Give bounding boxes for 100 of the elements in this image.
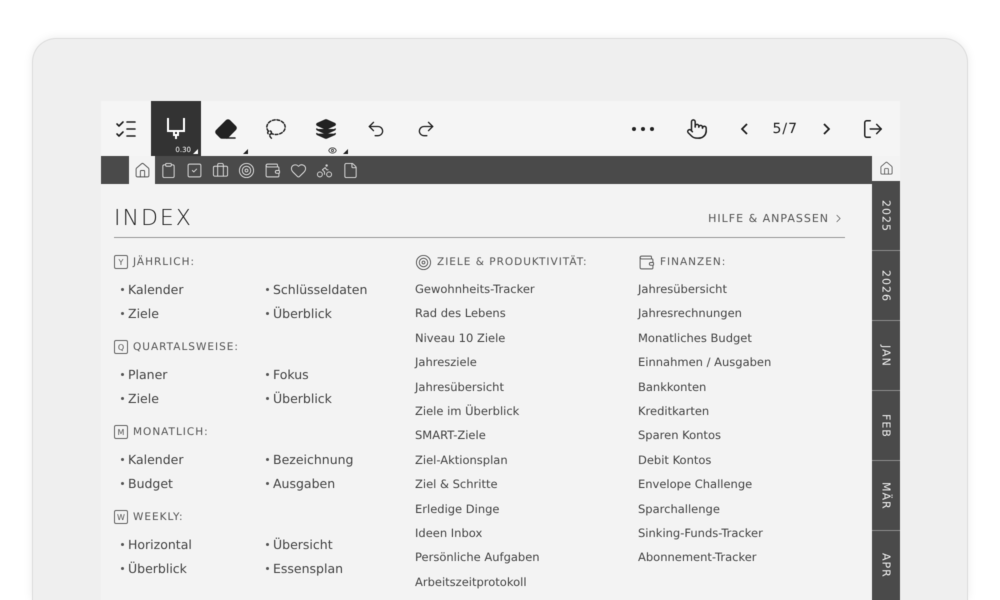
index-link[interactable]: Einnahmen / Ausgaben <box>638 350 845 375</box>
bullet-dot <box>121 566 124 570</box>
index-link[interactable]: Horizontal <box>128 536 192 552</box>
target-icon <box>238 162 254 178</box>
lasso-icon <box>265 118 287 140</box>
index-link[interactable]: Überblick <box>273 390 332 406</box>
side-tab[interactable]: MÄR <box>872 461 900 531</box>
index-link[interactable]: Jahresübersicht <box>415 374 638 400</box>
side-tab[interactable]: 2026 <box>872 251 900 321</box>
index-link[interactable]: Ziele im Überblick <box>415 399 638 424</box>
calendar-badge: Y <box>114 255 128 269</box>
index-link[interactable]: Bezeichnung <box>273 452 354 466</box>
section-heading: FINANZEN: <box>660 256 726 268</box>
section-heading: WEEKLY: <box>133 511 184 523</box>
help-link[interactable]: HILFE & ANPASSEN <box>708 212 845 225</box>
index-link[interactable]: Rad des Lebens <box>415 301 638 326</box>
index-link[interactable]: Fokus <box>273 366 309 382</box>
eraser-icon <box>214 116 238 140</box>
section-heading: MONATLICH: <box>133 426 209 438</box>
bullet-dot <box>266 312 269 314</box>
bullet-dot <box>121 482 124 484</box>
index-link[interactable]: Niveau 10 Ziele <box>415 326 638 350</box>
calendar-badge: Q <box>114 340 128 354</box>
index-link[interactable]: Sparchallenge <box>638 496 845 522</box>
more-icon <box>632 126 654 130</box>
wallet-icon <box>638 254 655 270</box>
index-link[interactable]: Arbeitszeitprotokoll <box>415 570 638 594</box>
index-link[interactable]: Überblick <box>273 306 332 320</box>
bullet-dot <box>266 372 269 376</box>
index-link[interactable]: Sparen Kontos <box>638 423 845 448</box>
side-tab[interactable]: FEB <box>872 391 900 461</box>
calendar-badge: M <box>114 425 128 439</box>
calendar-badge: W <box>114 510 128 524</box>
index-link[interactable]: Ziel-Aktionsplan <box>415 448 638 472</box>
side-tab[interactable]: 2025 <box>872 181 900 251</box>
index-link[interactable]: Jahresübersicht <box>638 277 845 302</box>
index-link[interactable]: Kalender <box>128 282 184 296</box>
index-link[interactable]: Ziele <box>128 306 159 320</box>
home-icon <box>134 162 150 178</box>
index-link[interactable]: Sinking-Funds-Tracker <box>638 521 845 546</box>
index-link[interactable]: Essensplan <box>273 560 344 576</box>
bullet-dot <box>266 482 269 484</box>
side-tab[interactable]: APR <box>872 531 900 600</box>
hand-icon <box>686 118 708 140</box>
bullet-dot <box>121 312 124 314</box>
eye-icon <box>328 146 337 155</box>
index-link[interactable]: Ideen Inbox <box>415 521 638 546</box>
briefcase-icon <box>212 162 228 178</box>
page-icon <box>342 162 358 178</box>
index-link[interactable]: Jahresziele <box>415 350 638 375</box>
index-link[interactable]: Gewohnheits-Tracker <box>415 277 638 302</box>
index-link[interactable]: Kalender <box>128 452 184 466</box>
bullet-dot <box>266 542 269 546</box>
bullet-dot <box>121 396 124 400</box>
home-icon <box>878 161 894 176</box>
bullet-dot <box>266 458 269 460</box>
section-heading: JÄHRLICH: <box>133 256 195 268</box>
index-link[interactable]: Abonnement-Tracker <box>638 545 845 570</box>
index-link[interactable]: Übersicht <box>273 536 333 552</box>
bike-icon <box>316 162 332 178</box>
layers-icon <box>315 118 337 140</box>
index-link[interactable]: Planer <box>128 366 168 382</box>
target-icon <box>415 254 432 270</box>
index-link[interactable]: Budget <box>128 476 173 490</box>
index-link[interactable]: SMART-Ziele <box>415 423 638 448</box>
section-heading: ZIELE & PRODUKTIVITÄT: <box>437 256 588 268</box>
index-link[interactable]: Persönliche Aufgaben <box>415 545 638 570</box>
bullet-dot <box>121 372 124 376</box>
side-tab[interactable]: JAN <box>872 321 900 391</box>
clipboard-icon <box>160 162 176 178</box>
heart-icon <box>290 162 306 178</box>
bullet-dot <box>121 458 124 460</box>
index-link[interactable]: Ziele <box>128 390 159 406</box>
bullet-dot <box>121 542 124 546</box>
bullet-dot <box>121 288 124 290</box>
index-link[interactable]: Ausgaben <box>273 476 336 490</box>
index-link[interactable]: Überblick <box>128 560 187 576</box>
redo-icon <box>416 118 436 138</box>
previous-icon <box>740 122 748 134</box>
index-link[interactable]: Debit Kontos <box>638 448 845 472</box>
page-title: INDEX <box>114 206 193 231</box>
section-heading: QUARTALSWEISE: <box>133 341 239 353</box>
index-link[interactable]: Ziel & Schritte <box>415 472 638 497</box>
bullet-dot <box>266 396 269 400</box>
index-link[interactable]: Erledige Dinge <box>415 496 638 522</box>
undo-icon <box>366 118 386 138</box>
index-link[interactable]: Schlüsseldaten <box>273 282 368 296</box>
page-number: 5/7 <box>771 120 799 136</box>
bullet-dot <box>266 566 269 570</box>
checkbox-icon <box>186 162 202 178</box>
index-link[interactable]: Jahresrechnungen <box>638 301 845 326</box>
bullet-dot <box>266 288 269 290</box>
index-link[interactable]: Bankkonten <box>638 374 845 400</box>
index-link[interactable]: Kreditkarten <box>638 399 845 424</box>
index-link[interactable]: Envelope Challenge <box>638 472 845 497</box>
next-icon <box>822 122 830 134</box>
exit-icon <box>862 118 884 140</box>
wallet-icon <box>264 162 280 178</box>
index-link[interactable]: Monatliches Budget <box>638 326 845 350</box>
pen-icon <box>166 116 186 142</box>
